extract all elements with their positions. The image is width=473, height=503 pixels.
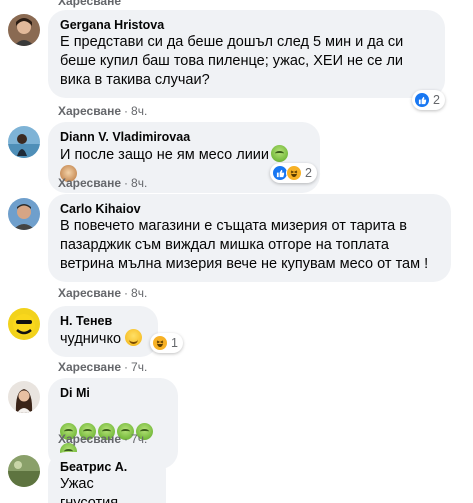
comment-text: Е представи си да беше дошъл след 5 мин … (60, 34, 404, 88)
comment-text: Ужас гнусотия (60, 476, 119, 503)
comment-bubble: Carlo Kihaiov В повечето магазини е съща… (48, 194, 451, 282)
avatar[interactable] (8, 308, 40, 340)
avatar[interactable] (8, 455, 40, 487)
avatar[interactable] (8, 126, 40, 158)
comment-bubble: Н. Тенев чудничко (48, 306, 158, 357)
separator: · (124, 432, 129, 446)
comment-text-content: чудничко (60, 331, 122, 347)
separator: · (124, 360, 129, 374)
comment-actions: Харесване · 7ч. (58, 432, 147, 446)
author-name[interactable]: Di Mi (60, 385, 166, 401)
haha-icon (286, 165, 302, 181)
timestamp[interactable]: 8ч. (131, 176, 147, 190)
timestamp[interactable]: 8ч. (131, 286, 147, 300)
comment-actions: Харесване · 8ч. (58, 176, 147, 190)
comment-actions: Харесване · 8ч. (58, 286, 147, 300)
author-name[interactable]: Беатрис А. (60, 459, 154, 475)
like-link[interactable]: Харесване (58, 104, 121, 118)
comment-text: чудничко (60, 329, 146, 349)
reaction-count: 2 (305, 166, 312, 180)
comment-actions: Харесване · 7ч. (58, 360, 147, 374)
smiling-face-icon (125, 329, 143, 346)
reaction-summary[interactable]: 2 (412, 90, 445, 110)
separator: · (124, 176, 129, 190)
comment-bubble: Беатрис А. Ужас гнусотия (48, 452, 166, 503)
reaction-summary[interactable]: 1 (150, 333, 183, 353)
separator: · (124, 104, 129, 118)
like-link[interactable]: Харесване (58, 176, 121, 190)
reaction-summary[interactable]: 2 (270, 163, 317, 183)
avatar[interactable] (8, 381, 40, 413)
sick-face-icon (271, 145, 288, 162)
comment-actions: Харесване · 8ч. (58, 104, 147, 118)
previous-comment-like-link[interactable]: Харесване (58, 0, 121, 8)
timestamp[interactable]: 8ч. (131, 104, 147, 118)
author-name[interactable]: Н. Тенев (60, 313, 146, 329)
reaction-count: 1 (171, 336, 178, 350)
haha-icon (152, 335, 168, 351)
comment-text: В повечето магазини е същата мизерия от … (60, 218, 429, 272)
avatar[interactable] (8, 198, 40, 230)
comment-bubble: Gergana Hristova Е представи си да беше … (48, 10, 445, 98)
comment-text-content: И после защо не ям месо лиии (60, 147, 269, 163)
reaction-count: 2 (433, 93, 440, 107)
author-name[interactable]: Carlo Kihaiov (60, 201, 439, 217)
like-link[interactable]: Харесване (58, 286, 121, 300)
author-name[interactable]: Gergana Hristova (60, 17, 433, 33)
like-icon (414, 92, 430, 108)
like-link[interactable]: Харесване (58, 432, 121, 446)
author-name[interactable]: Diann V. Vladimirovaa (60, 129, 308, 145)
avatar[interactable] (8, 14, 40, 46)
like-link[interactable]: Харесване (58, 360, 121, 374)
timestamp[interactable]: 7ч. (131, 360, 147, 374)
timestamp[interactable]: 7ч. (131, 432, 147, 446)
separator: · (124, 286, 129, 300)
